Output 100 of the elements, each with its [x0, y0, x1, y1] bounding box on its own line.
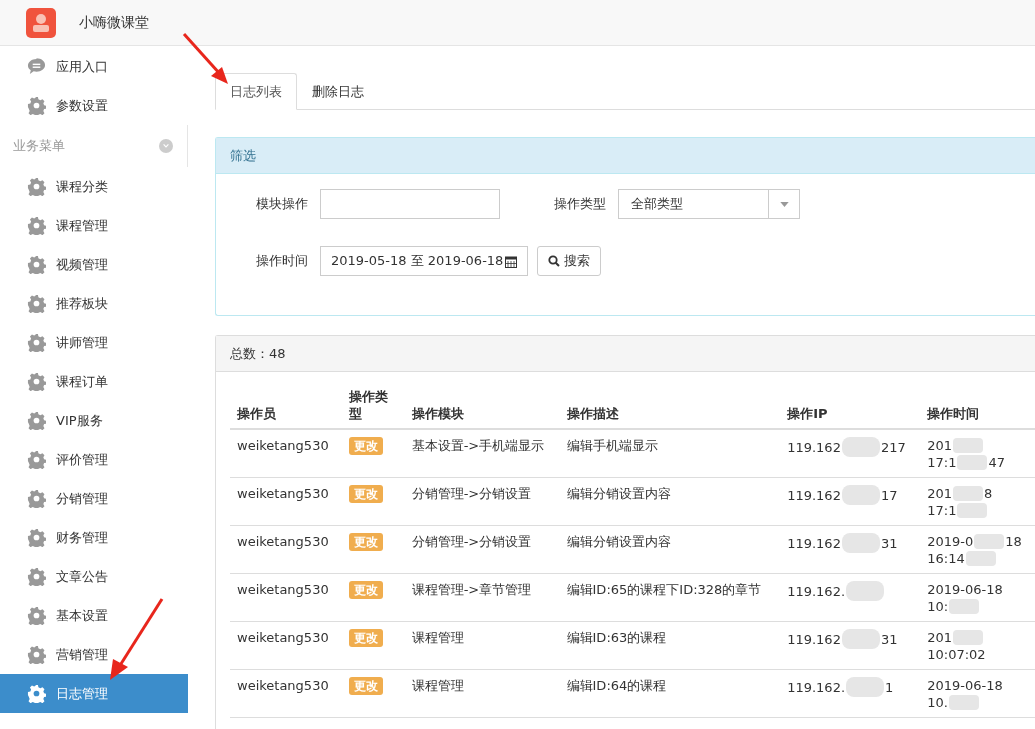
table-cell: 课程管理->章节管理	[404, 573, 560, 622]
gear-icon	[27, 567, 46, 586]
panel-header: 筛选	[216, 138, 1035, 174]
field-label: 模块操作	[256, 195, 309, 213]
time-text: 10:07:02	[927, 646, 986, 663]
panel-header: 总数：48	[216, 336, 1035, 372]
gear-icon	[27, 528, 46, 547]
type-badge: 更改	[348, 533, 383, 551]
type-badge: 更改	[348, 629, 383, 647]
time-text: 18	[1005, 533, 1022, 550]
table-cell: 分销管理->分销设置	[404, 525, 560, 574]
type-badge: 更改	[348, 581, 383, 599]
time-text: 2019-06-18	[927, 677, 1003, 694]
gear-icon	[27, 450, 46, 469]
caret-icon	[779, 201, 789, 207]
table-cell: 编辑手机端显示	[559, 429, 781, 478]
type-badge: 更改	[348, 677, 383, 695]
blur-patch	[841, 533, 880, 553]
select-field[interactable]: 全部类型	[618, 189, 800, 219]
blur-patch	[846, 581, 885, 601]
sidebar-item[interactable]: 参数设置	[0, 86, 188, 125]
table-cell: 编辑分销设置内容	[559, 525, 781, 574]
time-text: 10.	[927, 694, 948, 711]
ip-text: 119.162	[787, 438, 841, 456]
date-range-field[interactable]: 2019-05-18 至 2019-06-18	[320, 246, 529, 276]
tab[interactable]: 删除日志	[297, 73, 379, 110]
gear-icon	[27, 96, 46, 115]
time-text: 201	[927, 437, 953, 454]
gear-icon	[27, 372, 46, 391]
table-cell: 编辑ID:63的课程	[559, 621, 781, 670]
time-text: 10:	[927, 598, 949, 615]
ip-text: 119.162.	[787, 582, 846, 600]
blur-patch	[841, 437, 880, 457]
table-cell: 编辑分销设置内容	[559, 477, 781, 526]
ip-text: 31	[880, 534, 898, 552]
time-text: 2019-0	[927, 533, 974, 550]
gear-icon	[27, 489, 46, 508]
sidebar-item[interactable]: 讲师管理	[0, 323, 188, 362]
search-button[interactable]: 搜索	[537, 246, 602, 276]
time-text: 16:14	[927, 550, 965, 567]
ip-text: 119.162	[787, 534, 841, 552]
sidebar-item[interactable]: VIP服务	[0, 401, 188, 440]
column-header: 操作描述	[559, 384, 781, 429]
table-cell: 基本设置->手机端显示	[404, 429, 560, 478]
time-text: 17:1	[927, 502, 957, 519]
column-header: 操作类型	[341, 384, 405, 429]
table-cell: 课程管理	[404, 621, 560, 670]
logo-icon	[26, 7, 56, 38]
time-text: 2019-06-18	[927, 581, 1003, 598]
column-header: 操作时间	[920, 384, 1035, 429]
sidebar-item[interactable]: 应用入口	[0, 47, 188, 86]
gear-icon	[27, 411, 46, 430]
column-header: 操作员	[230, 384, 342, 429]
ip-text: 119.162	[787, 486, 841, 504]
table-cell: weiketang530	[230, 429, 342, 478]
blur-patch	[846, 677, 885, 697]
collapse-icon[interactable]	[159, 139, 173, 153]
field-label: 操作类型	[554, 195, 607, 213]
ip-text: 1	[885, 678, 894, 696]
sidebar-item[interactable]: 分销管理	[0, 479, 188, 518]
type-badge: 更改	[348, 485, 383, 503]
gear-icon	[27, 684, 46, 703]
ip-text: 217	[880, 438, 906, 456]
input-field[interactable]	[320, 189, 500, 219]
table-cell: weiketang530	[230, 573, 342, 622]
sidebar-item[interactable]: 课程订单	[0, 362, 188, 401]
sidebar-item[interactable]: 视频管理	[0, 245, 188, 284]
gear-icon	[27, 216, 46, 235]
ip-text: 119.162.	[787, 678, 846, 696]
table-cell: weiketang530	[230, 621, 342, 670]
gear-icon	[27, 606, 46, 625]
gear-icon	[27, 177, 46, 196]
sidebar-item[interactable]: 评价管理	[0, 440, 188, 479]
blur-patch	[841, 485, 880, 505]
calendar-icon	[505, 254, 518, 268]
time-text: 8	[984, 485, 993, 502]
sidebar-item[interactable]: 基本设置	[0, 596, 188, 635]
column-header: 操作模块	[404, 384, 560, 429]
time-text: 17:1	[927, 454, 957, 471]
ip-text: 17	[880, 486, 898, 504]
sidebar-item[interactable]: 课程分类	[0, 167, 188, 206]
blur-patch	[841, 629, 880, 649]
table-cell: weiketang530	[230, 669, 342, 718]
sidebar-item[interactable]: 营销管理	[0, 635, 188, 674]
table-cell: weiketang530	[230, 525, 342, 574]
time-text: 201	[927, 485, 953, 502]
sidebar-item[interactable]: 推荐板块	[0, 284, 188, 323]
sidebar-item[interactable]: 课程管理	[0, 206, 188, 245]
sidebar-item[interactable]: 日志管理	[0, 674, 188, 713]
type-badge: 更改	[348, 437, 383, 455]
tab[interactable]: 日志列表	[215, 73, 297, 110]
table-cell: 编辑ID:65的课程下ID:328的章节	[559, 573, 781, 622]
table-cell: weiketang530	[230, 477, 342, 526]
field-label: 操作时间	[256, 252, 309, 270]
column-header: 操作IP	[780, 384, 921, 429]
sidebar-item[interactable]: 财务管理	[0, 518, 188, 557]
gear-icon	[27, 645, 46, 664]
sidebar-item[interactable]: 文章公告	[0, 557, 188, 596]
table-cell: 分销管理->分销设置	[404, 477, 560, 526]
search-icon	[548, 255, 561, 267]
